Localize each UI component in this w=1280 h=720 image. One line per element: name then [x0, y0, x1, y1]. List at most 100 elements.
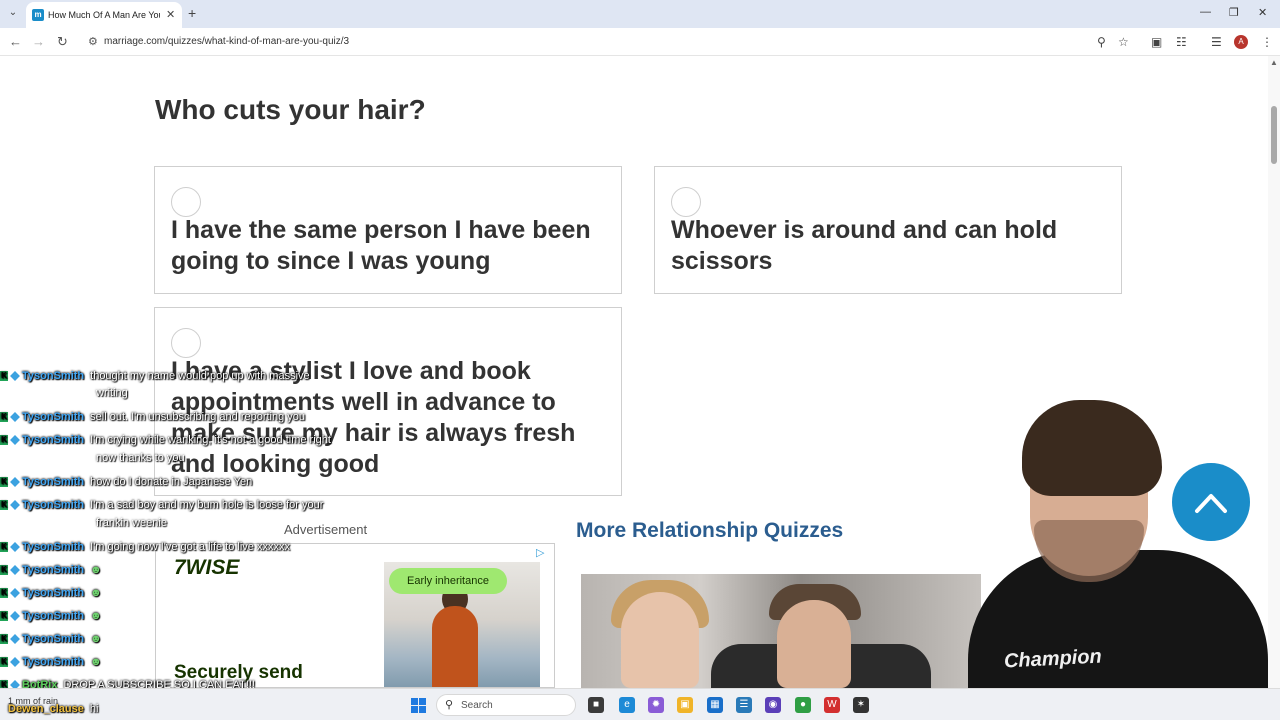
kick-badge-icon: K [0, 657, 8, 668]
chat-username: TysonSmith [22, 610, 85, 622]
active-tab[interactable]: m How Much Of A Man Are You Q ✕ [26, 2, 182, 28]
app-icon[interactable]: ◉ [765, 697, 781, 713]
chat-username: TysonSmith [22, 633, 85, 645]
chat-message: K TysonSmith ☻ [0, 563, 102, 577]
chat-username: TysonSmith [22, 434, 85, 446]
ad-person [432, 606, 478, 687]
scroll-thumb[interactable] [1271, 106, 1277, 164]
gift-badge-icon [10, 371, 20, 382]
browser-toolbar: ← → ↻ ⚙ marriage.com/quizzes/what-kind-o… [0, 28, 1280, 56]
chat-username: TysonSmith [22, 656, 85, 668]
reload-icon[interactable]: ↻ [57, 34, 68, 50]
app-icon[interactable]: W [824, 697, 840, 713]
chat-continuation: writing [96, 387, 128, 399]
gift-badge-icon [10, 588, 20, 599]
scroll-up-icon[interactable]: ▲ [1270, 58, 1278, 67]
edge-icon[interactable]: e [619, 697, 635, 713]
media-controls-icon[interactable]: ☰ [1211, 35, 1222, 49]
gift-badge-icon [10, 477, 20, 488]
chat-text: I'm a sad boy and my bum hole is loose f… [90, 499, 324, 511]
bookmark-star-icon[interactable]: ☆ [1118, 35, 1129, 49]
tab-title: How Much Of A Man Are You Q [48, 10, 160, 20]
chat-continuation: now thanks to you [96, 452, 185, 464]
kick-badge-icon: K [0, 588, 8, 599]
page-scrollbar[interactable]: ▲ [1268, 56, 1280, 688]
chat-text: thought my name would pop up with massiv… [90, 370, 310, 382]
kick-badge-icon: K [0, 611, 8, 622]
chat-text: I'm going now I've got a life to live xx… [90, 541, 290, 553]
restore-icon[interactable]: ❐ [1229, 6, 1239, 19]
site-info-icon[interactable]: ⚙ [88, 35, 98, 48]
extensions-icon[interactable]: ☷ [1176, 35, 1187, 49]
gift-badge-icon [10, 412, 20, 423]
more-quizzes-heading[interactable]: More Relationship Quizzes [576, 519, 843, 543]
gift-badge-icon [10, 500, 20, 511]
chat-username: TysonSmith [22, 541, 85, 553]
gift-badge-icon [10, 565, 20, 576]
chat-username: TysonSmith [22, 564, 85, 576]
photo-face [777, 600, 851, 688]
stream-chat-overlay: K TysonSmith thought my name would pop up … [0, 366, 400, 691]
emote-icon: ☻ [90, 564, 102, 576]
chat-text: I'm crying while wanking, it's not a goo… [90, 434, 331, 446]
gift-badge-icon [10, 657, 20, 668]
zoom-icon[interactable]: ⚲ [1097, 35, 1106, 49]
menu-icon[interactable]: ⋮ [1261, 35, 1273, 49]
chat-message: K TysonSmith sell out. I'm unsubscribing a… [0, 410, 305, 424]
kick-badge-icon: K [0, 435, 8, 446]
webcam-overlay: Champion [968, 400, 1268, 690]
chat-message: K TysonSmith thought my name would pop up … [0, 369, 310, 383]
app-icon[interactable]: ✶ [853, 697, 869, 713]
chrome-icon[interactable]: ● [795, 697, 811, 713]
kick-badge-icon: K [0, 565, 8, 576]
windows-taskbar: 1 mm of rain Dewen_clause hi ⚲ Search ■ e… [0, 688, 1280, 720]
chat-text: how do I donate in Japanese Yen [90, 476, 253, 488]
file-explorer-icon[interactable]: ▣ [677, 697, 693, 713]
adchoices-icon[interactable]: ▷ [536, 546, 552, 560]
option-radio[interactable] [171, 328, 201, 358]
close-tab-icon[interactable]: ✕ [166, 8, 175, 21]
chat-message: K TysonSmith how do I donate in Japanese Y… [0, 475, 252, 489]
quiz-thumbnail[interactable] [581, 574, 981, 688]
quiz-option-2[interactable]: Whoever is around and can hold scissors [654, 166, 1122, 294]
chat-continuation: frankin weenie [96, 517, 167, 529]
kick-badge-icon: K [0, 634, 8, 645]
emote-icon: ☻ [90, 610, 102, 622]
back-icon[interactable]: ← [9, 34, 22, 49]
gift-badge-icon [10, 435, 20, 446]
chat-message: Dewen_clause hi [8, 702, 98, 716]
task-view-icon[interactable]: ■ [588, 697, 604, 713]
url-text[interactable]: marriage.com/quizzes/what-kind-of-man-ar… [104, 36, 349, 47]
streamer-hair [1022, 400, 1162, 496]
profile-avatar[interactable]: A [1234, 35, 1248, 49]
chat-username: TysonSmith [22, 499, 85, 511]
quiz-question: Who cuts your hair? [155, 94, 426, 125]
gift-badge-icon [10, 542, 20, 553]
gift-badge-icon [10, 634, 20, 645]
chat-text: sell out. I'm unsubscribing and reportin… [90, 411, 306, 423]
forward-icon[interactable]: → [32, 34, 45, 49]
app-icon[interactable]: ☰ [736, 697, 752, 713]
taskbar-search[interactable]: ⚲ Search [436, 694, 576, 716]
copilot-icon[interactable]: ✹ [648, 697, 664, 713]
chat-message: K TysonSmith ☻ [0, 586, 102, 600]
chat-username: TysonSmith [22, 411, 85, 423]
windows-start-icon[interactable] [411, 698, 426, 713]
option-radio[interactable] [171, 187, 201, 217]
kick-badge-icon: K [0, 371, 8, 382]
kick-badge-icon: K [0, 500, 8, 511]
new-tab-icon[interactable]: + [188, 5, 196, 21]
store-icon[interactable]: ▦ [707, 697, 723, 713]
chat-username: TysonSmith [22, 587, 85, 599]
address-bar[interactable]: ⚙ marriage.com/quizzes/what-kind-of-man-… [80, 31, 1140, 53]
minimize-icon[interactable]: — [1200, 6, 1211, 18]
option-radio[interactable] [671, 187, 701, 217]
tab-search-icon[interactable]: ⌄ [6, 6, 20, 20]
chat-message: K TysonSmith I'm crying while wanking, it'… [0, 433, 331, 447]
chat-message: K TysonSmith ☻ [0, 632, 102, 646]
screenshot-icon[interactable]: ▣ [1151, 35, 1162, 49]
ad-badge: Early inheritance [389, 568, 507, 594]
tab-bar: ⌄ m How Much Of A Man Are You Q ✕ + — ❐ … [0, 0, 1280, 28]
close-window-icon[interactable]: ✕ [1258, 6, 1267, 19]
quiz-option-1[interactable]: I have the same person I have been going… [154, 166, 622, 294]
